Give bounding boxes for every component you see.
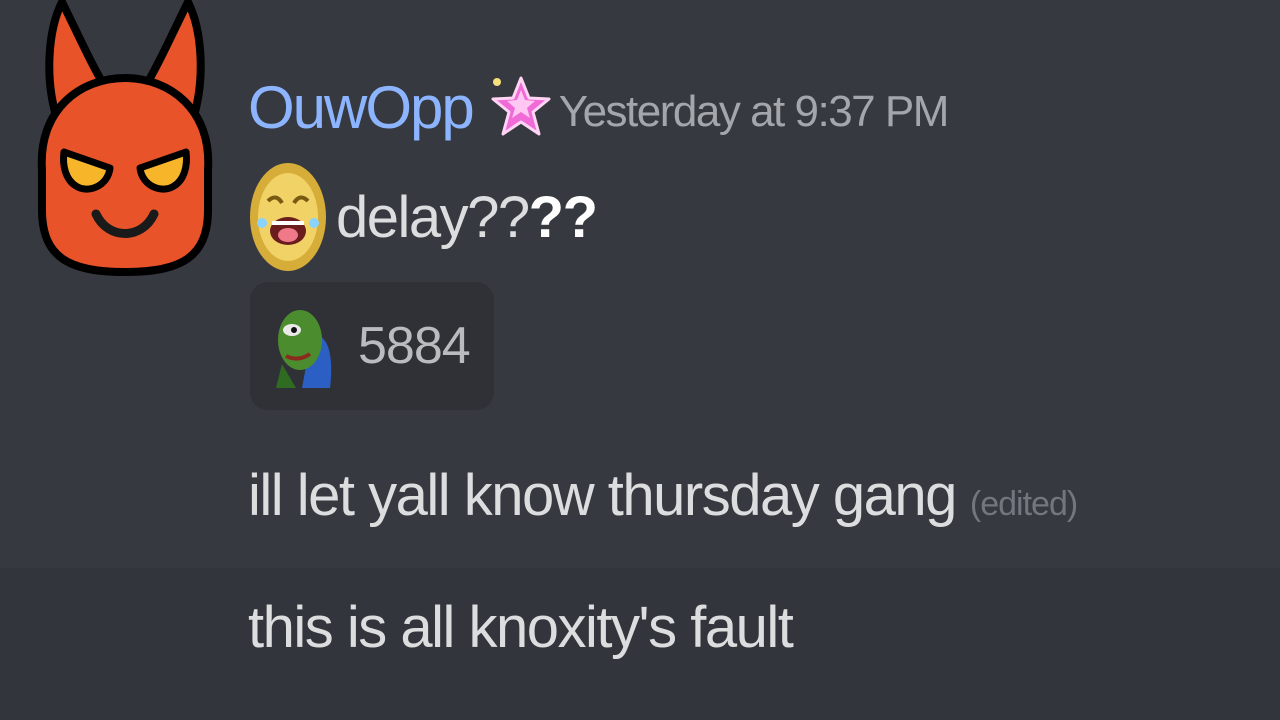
message-text-bold: ?? [528, 184, 598, 250]
message-line: this is all knoxity's fault [248, 594, 794, 661]
username[interactable]: OuwOpp [248, 73, 475, 142]
edited-label: (edited) [969, 485, 1078, 523]
reaction-button[interactable]: 5884 [250, 282, 494, 410]
message-text-plain: delay?? [336, 184, 530, 250]
message-text: ill let yall know thursday gang [248, 463, 957, 528]
message-line: delay???? [248, 158, 598, 276]
message-text: delay???? [336, 184, 598, 251]
avatar[interactable] [30, 0, 220, 280]
devil-face-icon [37, 0, 213, 277]
pepe-frog-emoji-icon [276, 310, 332, 388]
chat-view: OuwOpp Yesterday at 9:37 PM delay???? 58… [0, 0, 1280, 720]
message-line: ill let yall know thursday gang (edited) [248, 462, 1078, 529]
message-header: OuwOpp Yesterday at 9:37 PM [248, 62, 950, 152]
pink-star-icon [491, 76, 551, 136]
laughing-coin-emoji-icon [250, 163, 326, 271]
timestamp: Yesterday at 9:37 PM [558, 87, 950, 136]
reaction-count: 5884 [358, 317, 471, 375]
message-text: this is all knoxity's fault [248, 595, 794, 660]
